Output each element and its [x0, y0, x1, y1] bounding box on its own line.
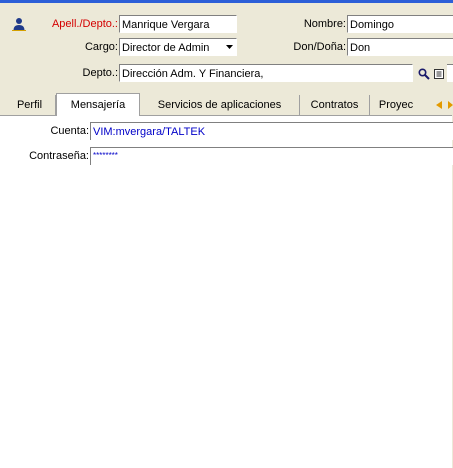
contrasena-field[interactable]: ********	[90, 147, 453, 165]
apell-field[interactable]: Manrique Vergara	[119, 15, 237, 33]
tab-mensajeria[interactable]: Mensajería	[56, 93, 140, 116]
window-top-accent	[0, 0, 453, 3]
magnifier-icon[interactable]	[417, 67, 430, 80]
cargo-label: Cargo:	[84, 41, 118, 53]
tab-proyec[interactable]: Proyec	[370, 95, 422, 115]
contrasena-label: Contraseña:	[29, 150, 89, 162]
mensajeria-panel: Cuenta: VIM:mvergara/TALTEK Contraseña: …	[0, 115, 453, 468]
cuenta-field[interactable]: VIM:mvergara/TALTEK	[90, 122, 453, 140]
arrow-right-icon[interactable]	[447, 100, 453, 110]
nombre-field[interactable]: Domingo	[347, 15, 453, 33]
field-edge-fragment	[447, 64, 453, 82]
tab-servicios[interactable]: Servicios de aplicaciones	[140, 95, 300, 115]
don-label: Don/Doña:	[293, 41, 346, 53]
cuenta-label: Cuenta:	[50, 125, 89, 137]
cargo-value: Director de Admin	[122, 42, 210, 54]
cuenta-value: VIM:mvergara/TALTEK	[93, 126, 206, 138]
apell-label: Apell./Depto.:	[51, 18, 118, 30]
don-field[interactable]: Don	[347, 38, 453, 56]
nombre-label: Nombre:	[303, 18, 346, 30]
depto-label: Depto.:	[82, 67, 118, 79]
chevron-down-icon[interactable]	[224, 41, 235, 53]
cargo-select[interactable]: Director de Admin	[119, 38, 237, 56]
person-icon[interactable]	[12, 17, 26, 31]
detail-icon[interactable]	[432, 67, 445, 80]
depto-field[interactable]: Dirección Adm. Y Financiera,	[119, 64, 413, 82]
arrow-left-icon[interactable]	[434, 100, 444, 110]
tab-strip: Perfil Mensajería Servicios de aplicacio…	[0, 93, 453, 116]
tab-perfil[interactable]: Perfil	[4, 95, 56, 115]
contrasena-value: ********	[93, 151, 118, 160]
tab-contratos[interactable]: Contratos	[300, 95, 370, 115]
